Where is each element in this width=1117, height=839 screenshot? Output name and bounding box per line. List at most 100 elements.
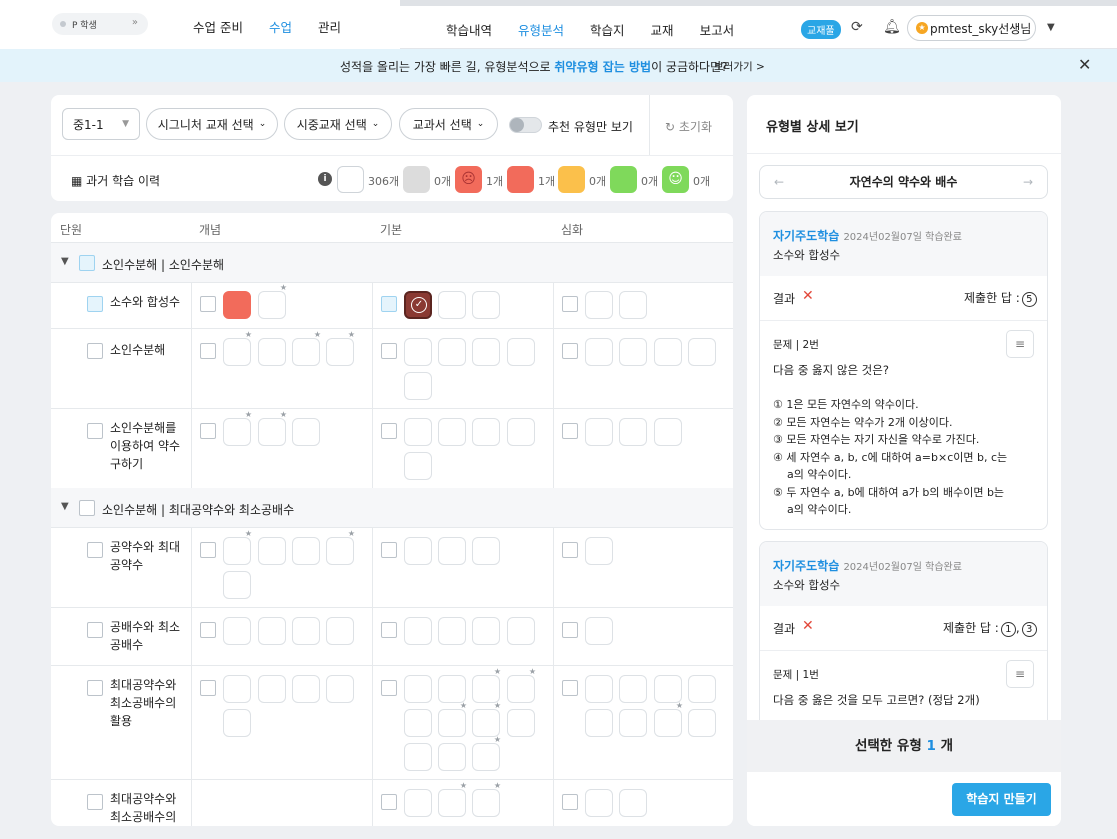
- question-type-box[interactable]: ★: [438, 701, 467, 737]
- make-worksheet-button[interactable]: 학습지 만들기: [952, 783, 1051, 816]
- question-type-box-selected[interactable]: ✓: [404, 291, 432, 319]
- bell-icon[interactable]: 🔔︎: [883, 19, 901, 35]
- question-type-box[interactable]: ★: [223, 410, 252, 446]
- user-profile-button[interactable]: ★ pmtest_sky선생님: [907, 15, 1036, 41]
- cell-checkbox[interactable]: [562, 343, 578, 359]
- cell-checkbox[interactable]: [200, 296, 216, 312]
- tab-textbook[interactable]: 교재: [651, 20, 674, 39]
- question-type-box[interactable]: ★: [472, 667, 501, 703]
- question-type-box[interactable]: [507, 617, 535, 645]
- question-type-box[interactable]: [472, 537, 500, 565]
- question-type-box[interactable]: [326, 675, 354, 703]
- question-type-box[interactable]: [472, 338, 500, 366]
- group-checkbox[interactable]: [79, 500, 95, 516]
- question-type-box[interactable]: [585, 291, 613, 319]
- question-type-box[interactable]: [404, 537, 432, 565]
- question-type-box[interactable]: [585, 617, 613, 645]
- question-type-box[interactable]: [404, 338, 432, 366]
- collapse-icon[interactable]: ▼: [61, 501, 69, 512]
- question-type-box[interactable]: [438, 537, 466, 565]
- question-type-box[interactable]: [585, 537, 613, 565]
- cell-checkbox[interactable]: [381, 680, 397, 696]
- question-type-box[interactable]: [585, 675, 613, 703]
- question-type-box[interactable]: ★: [258, 410, 287, 446]
- nav-class[interactable]: 수업: [269, 17, 292, 36]
- question-type-box[interactable]: [404, 452, 432, 480]
- tab-type-analysis[interactable]: 유형분석: [518, 20, 565, 55]
- cell-checkbox[interactable]: [381, 296, 397, 312]
- tab-history[interactable]: 학습내역: [446, 20, 492, 39]
- list-check-icon[interactable]: ≡: [1006, 330, 1034, 358]
- nav-class-prep[interactable]: 수업 준비: [193, 17, 243, 36]
- reset-button[interactable]: ↻ 초기화: [665, 118, 712, 135]
- cell-checkbox[interactable]: [200, 542, 216, 558]
- cell-checkbox[interactable]: [381, 343, 397, 359]
- question-type-box[interactable]: [404, 709, 432, 737]
- cell-checkbox[interactable]: [562, 423, 578, 439]
- question-type-box[interactable]: ★: [326, 529, 355, 565]
- question-type-box[interactable]: [292, 617, 320, 645]
- history-button[interactable]: ▦ 과거 학습 이력: [71, 172, 160, 189]
- market-select[interactable]: 시중교재 선택 ⌄: [284, 108, 392, 140]
- tab-worksheet[interactable]: 학습지: [590, 20, 625, 39]
- question-type-box[interactable]: ★: [223, 330, 252, 366]
- unit-checkbox[interactable]: [87, 343, 103, 359]
- refresh-icon[interactable]: ⟳: [851, 19, 863, 35]
- question-type-box[interactable]: ★: [507, 667, 536, 703]
- question-type-box[interactable]: [507, 418, 535, 446]
- unit-checkbox[interactable]: [87, 542, 103, 558]
- caret-down-icon[interactable]: ▼: [1047, 22, 1055, 33]
- cell-checkbox[interactable]: [562, 794, 578, 810]
- banner-link[interactable]: 보러가기 >: [714, 59, 765, 74]
- cell-checkbox[interactable]: [200, 423, 216, 439]
- question-type-box[interactable]: ★: [292, 330, 321, 366]
- cell-checkbox[interactable]: [200, 680, 216, 696]
- cell-checkbox[interactable]: [562, 680, 578, 696]
- unit-checkbox[interactable]: [87, 423, 103, 439]
- question-type-box[interactable]: [258, 338, 286, 366]
- question-type-box[interactable]: [688, 709, 716, 737]
- question-type-box[interactable]: [404, 418, 432, 446]
- question-type-box[interactable]: ★: [258, 283, 287, 319]
- question-type-box[interactable]: [223, 571, 251, 599]
- info-icon[interactable]: i: [318, 172, 332, 186]
- question-type-box[interactable]: [472, 617, 500, 645]
- question-type-box[interactable]: [654, 675, 682, 703]
- unit-checkbox[interactable]: [87, 622, 103, 638]
- question-type-box[interactable]: [585, 709, 613, 737]
- cell-checkbox[interactable]: [200, 622, 216, 638]
- group-checkbox[interactable]: [79, 255, 95, 271]
- question-type-box[interactable]: [438, 675, 466, 703]
- question-type-box[interactable]: ★: [472, 735, 501, 771]
- cell-checkbox[interactable]: [381, 622, 397, 638]
- question-type-box[interactable]: [438, 617, 466, 645]
- question-type-box[interactable]: [654, 338, 682, 366]
- question-type-box[interactable]: [404, 789, 432, 817]
- question-type-box[interactable]: ★: [438, 781, 467, 817]
- question-type-box[interactable]: [438, 418, 466, 446]
- question-type-box[interactable]: [688, 675, 716, 703]
- cell-checkbox[interactable]: [562, 296, 578, 312]
- question-type-box[interactable]: [223, 675, 251, 703]
- question-type-box[interactable]: [619, 291, 647, 319]
- question-type-box[interactable]: [258, 617, 286, 645]
- question-type-box[interactable]: ★: [223, 529, 252, 565]
- question-type-box[interactable]: [404, 743, 432, 771]
- unit-checkbox[interactable]: [87, 680, 103, 696]
- question-type-box[interactable]: [507, 709, 535, 737]
- question-type-box[interactable]: [438, 338, 466, 366]
- question-type-box[interactable]: [688, 338, 716, 366]
- group-row[interactable]: ▼ 소인수분해 | 소인수분해: [51, 243, 733, 283]
- question-type-box[interactable]: [404, 372, 432, 400]
- question-type-box[interactable]: [654, 418, 682, 446]
- grade-select[interactable]: 중1-1 ▼: [62, 108, 140, 140]
- textbook-select[interactable]: 교과서 선택 ⌄: [399, 108, 498, 140]
- cell-checkbox[interactable]: [381, 423, 397, 439]
- question-type-box[interactable]: [292, 418, 320, 446]
- question-type-box[interactable]: ★: [654, 701, 683, 737]
- question-type-box[interactable]: [619, 675, 647, 703]
- question-type-box[interactable]: [472, 418, 500, 446]
- signature-select[interactable]: 시그니처 교재 선택 ⌄: [146, 108, 278, 140]
- question-type-box[interactable]: ★: [472, 701, 501, 737]
- question-type-box[interactable]: [585, 418, 613, 446]
